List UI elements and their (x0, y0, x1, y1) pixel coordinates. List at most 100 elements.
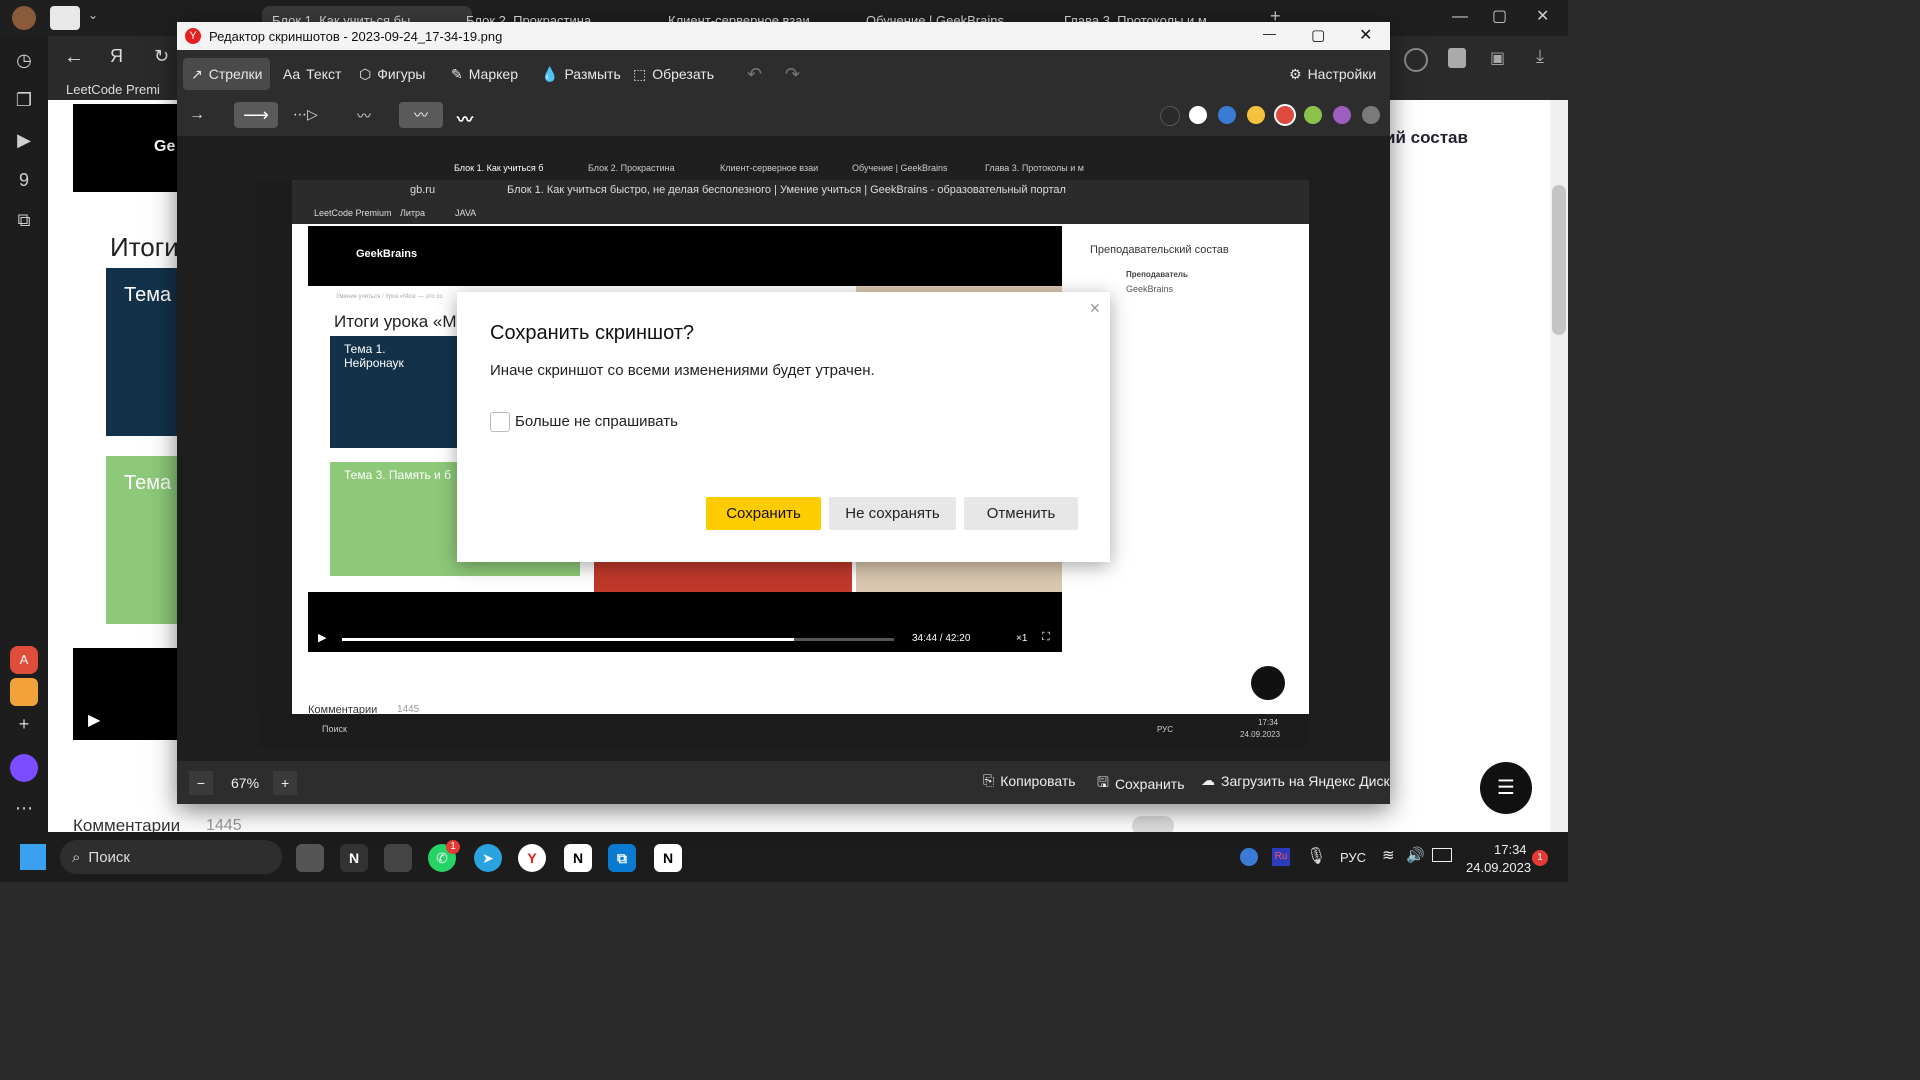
notion-icon[interactable]: N (340, 844, 368, 872)
inner-side-heading: Преподавательский состав (1090, 244, 1229, 256)
color-swatch-5[interactable] (1304, 106, 1322, 124)
translate-icon[interactable]: A (10, 646, 38, 674)
taskbar-time[interactable]: 17:34 (1494, 842, 1527, 857)
tool-shapes[interactable]: ⬡ Фигуры (351, 58, 434, 90)
snipping-icon[interactable] (384, 844, 412, 872)
color-swatch-1[interactable] (1189, 106, 1207, 124)
color-picker-icon[interactable] (1240, 848, 1258, 866)
tool-crop[interactable]: ⬚ Обрезать (625, 58, 722, 90)
zoom-out-button[interactable]: − (189, 770, 213, 795)
play-icon[interactable]: ▶ (88, 710, 100, 730)
notion-icon[interactable]: N (564, 844, 592, 872)
collections-icon[interactable]: ❐ (12, 88, 36, 112)
maximize-button[interactable]: ▢ (1492, 6, 1507, 26)
alice-icon[interactable] (10, 754, 38, 782)
collections-icon[interactable]: ▣ (1490, 48, 1505, 68)
bookmark-leetcode[interactable]: LeetCode Premi (66, 82, 160, 97)
inner-play-icon[interactable]: ▶ (318, 631, 326, 644)
close-icon[interactable]: ✕ (1089, 300, 1101, 317)
editor-maximize-button[interactable]: ▢ (1311, 26, 1325, 44)
topic-dark-label: Тема (124, 284, 172, 306)
inner-logo: GeekBrains (356, 248, 418, 260)
taskbar-search[interactable]: ⌕ Поиск (60, 840, 282, 874)
history-icon[interactable]: ◷ (12, 48, 36, 72)
inner-tab: Клиент-серверное взаи (720, 163, 819, 173)
color-swatch-4-selected[interactable] (1274, 104, 1296, 126)
inner-video-speed[interactable]: ×1 (1016, 633, 1027, 644)
tool-label: Стрелки (208, 66, 263, 82)
line-width-medium[interactable]: 〰 (399, 102, 443, 128)
copy-button[interactable]: ⎘ Копировать (983, 772, 1076, 789)
microphone-icon[interactable]: 🎙 (1306, 846, 1326, 866)
line-width-thick[interactable]: 〰 (457, 106, 473, 130)
color-swatch-2[interactable] (1218, 106, 1236, 124)
upload-disk-button[interactable]: ☁ Загрузить на Яндекс Диск (1201, 772, 1390, 789)
profile-avatar[interactable] (12, 6, 36, 30)
color-swatch-7[interactable] (1362, 106, 1380, 124)
line-width-thin[interactable]: 〰 (357, 106, 371, 126)
dont-save-button[interactable]: Не сохранять (829, 497, 956, 530)
color-swatch-6[interactable] (1333, 106, 1351, 124)
vscode-icon[interactable]: ⧉ (608, 844, 636, 872)
close-button[interactable]: ✕ (1536, 6, 1549, 26)
tool-text[interactable]: Aa Текст (275, 58, 349, 90)
telegram-icon[interactable]: ➤ (474, 844, 502, 872)
settings-button[interactable]: ⚙ Настройки (1281, 58, 1384, 90)
undo-icon[interactable]: ↶ (747, 64, 762, 85)
back-icon[interactable]: ← (64, 46, 84, 69)
extension-icon[interactable] (1404, 48, 1428, 72)
taskbar-lang[interactable]: РУС (1340, 850, 1366, 865)
yandex-icon[interactable]: Я (110, 46, 123, 67)
counter-icon[interactable]: 9 (12, 168, 36, 192)
editor-minimize-button[interactable]: — (1263, 26, 1276, 41)
shield-icon[interactable] (1448, 48, 1466, 68)
page-scroll-thumb[interactable] (1552, 185, 1566, 335)
inner-fullscreen-icon[interactable]: ⛶ (1042, 631, 1050, 644)
zoom-in-button[interactable]: + (273, 770, 298, 795)
cancel-button[interactable]: Отменить (964, 497, 1078, 530)
mail-icon[interactable] (10, 678, 38, 706)
chevron-down-icon[interactable]: ⌄ (88, 8, 98, 22)
chat-button[interactable]: ☰ (1480, 762, 1532, 814)
zoom-level: 67% (231, 774, 260, 791)
wifi-icon[interactable]: ≋ (1382, 846, 1395, 864)
notion-icon[interactable]: N (654, 844, 682, 872)
dont-ask-checkbox[interactable] (490, 412, 510, 432)
tool-marker[interactable]: ✎ Маркер (443, 58, 526, 90)
color-swatch-3[interactable] (1247, 106, 1265, 124)
task-view-icon[interactable] (296, 844, 324, 872)
upload-label: Загрузить на Яндекс Диск (1221, 772, 1390, 789)
tool-blur[interactable]: 💧 Размыть (533, 58, 629, 90)
yandex-browser-icon[interactable]: Y (518, 844, 546, 872)
windows-start-icon[interactable] (20, 844, 46, 870)
save-file-button[interactable]: 🖫 Сохранить (1097, 772, 1185, 796)
arrow-style-bold[interactable]: ⟶ (234, 102, 278, 128)
refresh-icon[interactable]: ↻ (154, 46, 169, 67)
arrow-style-dotted[interactable]: ⋯▷ (293, 106, 318, 123)
volume-icon[interactable]: 🔊 (1406, 846, 1425, 864)
inner-address-bar: gb.ru Блок 1. Как учиться быстро, не дел… (258, 180, 1309, 202)
taskbar-date[interactable]: 24.09.2023 (1466, 860, 1531, 875)
editor-close-button[interactable]: ✕ (1359, 25, 1372, 45)
screenshot-icon[interactable]: ⧉ (12, 208, 36, 232)
minimize-button[interactable]: — (1452, 8, 1468, 26)
downloads-icon[interactable]: ⤓ (1536, 46, 1544, 67)
add-icon[interactable]: + (12, 712, 36, 736)
redo-icon[interactable]: ↷ (785, 64, 800, 85)
video-icon[interactable]: ▶ (12, 128, 36, 152)
mute-tab-button[interactable] (50, 6, 80, 30)
notification-badge[interactable]: 1 (1532, 850, 1548, 866)
results-title-partial: Итоги (110, 232, 179, 262)
inner-chat-button[interactable] (1251, 666, 1285, 700)
save-button[interactable]: Сохранить (706, 497, 821, 530)
dont-ask-label[interactable]: Больше не спрашивать (515, 413, 678, 430)
color-swatch-0[interactable] (1160, 106, 1180, 126)
inner-url: gb.ru (410, 184, 436, 196)
browser-sidebar: ◷ ❐ ▶ 9 ⧉ A + ⋯ (0, 36, 48, 832)
more-icon[interactable]: ⋯ (12, 796, 36, 820)
arrow-style-thin[interactable]: → (189, 106, 229, 126)
battery-icon[interactable] (1432, 848, 1452, 862)
lang-indicator-icon[interactable]: Ru (1272, 848, 1290, 866)
tool-arrows[interactable]: ↗ Стрелки (183, 58, 271, 90)
inner-taskbar-date: 24.09.2023 (1240, 730, 1281, 739)
